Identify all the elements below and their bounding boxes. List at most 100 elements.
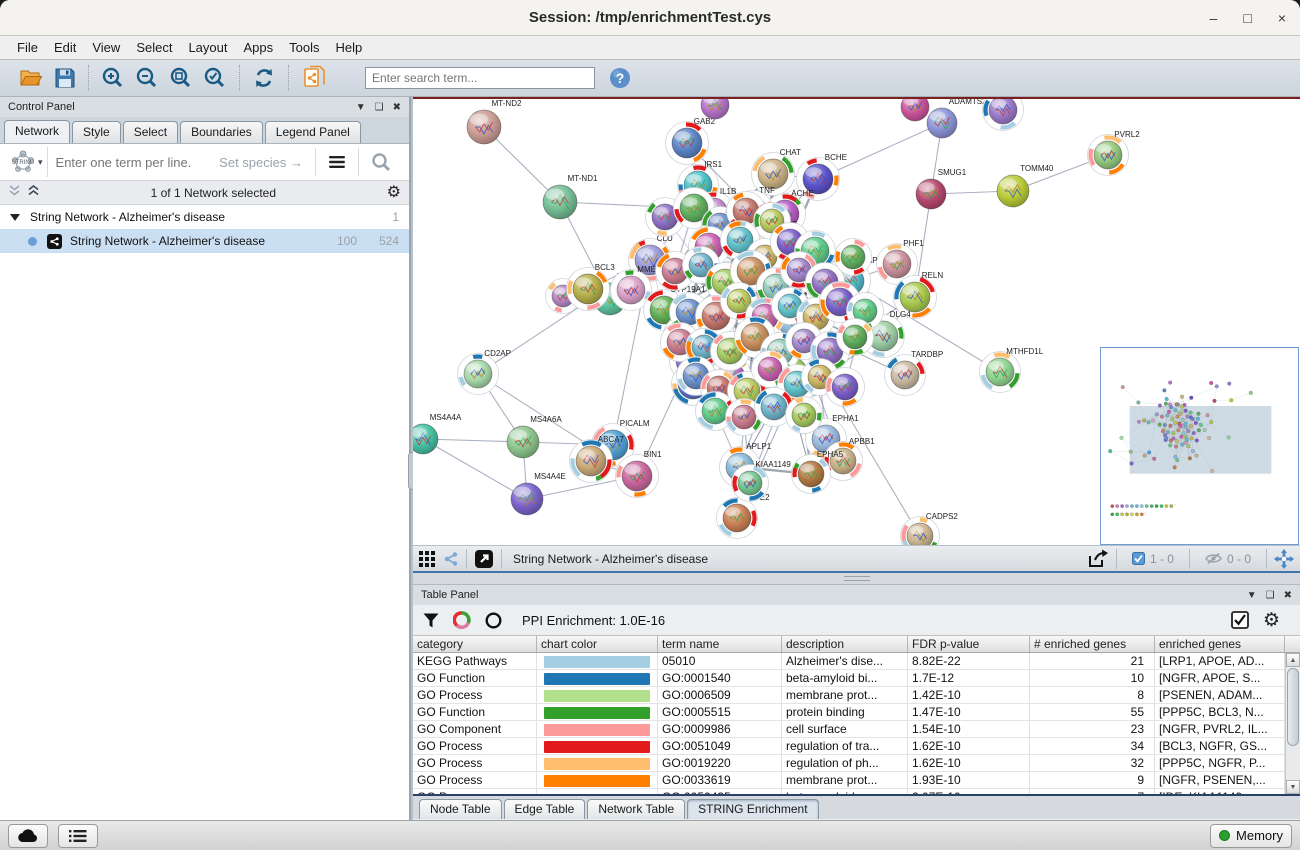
network-node[interactable] [786, 397, 823, 434]
table-settings-gear-icon[interactable]: ⚙ [1263, 611, 1280, 630]
column-header-0[interactable]: category [413, 636, 537, 652]
network-node[interactable] [983, 99, 1024, 131]
table-row[interactable]: GO ProcessGO:0019220regulation of ph...1… [413, 755, 1300, 772]
search-input[interactable] [365, 67, 595, 89]
chart-settings-icon[interactable] [453, 611, 471, 629]
splitter-grip[interactable] [844, 576, 870, 581]
network-collection-row[interactable]: String Network - Alzheimer's disease 1 [0, 205, 409, 229]
panel-float-icon[interactable]: ▼ [1247, 590, 1257, 601]
birdseye-view[interactable] [1100, 347, 1299, 545]
network-node[interactable]: TOMM40 [997, 164, 1054, 207]
network-node[interactable]: ADAMTS2 [927, 99, 987, 138]
table-row[interactable]: GO ComponentGO:0009986cell surface1.54E-… [413, 721, 1300, 738]
panel-close-icon[interactable]: ✖ [393, 102, 401, 113]
zoom-selected-icon[interactable] [203, 66, 227, 90]
network-node[interactable]: TARDBP [885, 350, 944, 396]
menu-item-apps[interactable]: Apps [237, 38, 281, 57]
table-row[interactable]: GO FunctionGO:0001540beta-amyloid bi...1… [413, 670, 1300, 687]
tree-expander-icon[interactable] [10, 214, 20, 221]
scroll-up-icon[interactable]: ▲ [1286, 653, 1300, 667]
column-header-5[interactable]: # enriched genes [1030, 636, 1155, 652]
table-row[interactable]: KEGG Pathways05010Alzheimer's dise...8.8… [413, 653, 1300, 670]
string-logo-icon[interactable]: STRING ▾ [6, 147, 48, 177]
string-options-icon[interactable] [316, 155, 358, 169]
export-network-icon[interactable] [1087, 549, 1109, 569]
menu-item-select[interactable]: Select [129, 38, 179, 57]
collapse-all-icon[interactable] [8, 184, 21, 202]
cloud-tasks-button[interactable] [8, 824, 48, 848]
network-node[interactable]: SMUG1 [916, 168, 967, 209]
string-search-icon[interactable] [359, 152, 403, 172]
panel-close-icon[interactable]: ✖ [1284, 590, 1292, 601]
network-node[interactable] [701, 99, 729, 119]
open-in-view-icon[interactable] [474, 549, 494, 569]
network-node[interactable]: MT-ND2 [467, 99, 522, 144]
tab-string-enrichment[interactable]: STRING Enrichment [687, 799, 818, 819]
network-node[interactable]: PVRL2 [1088, 130, 1141, 176]
save-session-icon[interactable] [54, 67, 76, 89]
menu-item-view[interactable]: View [85, 38, 127, 57]
expand-all-icon[interactable] [27, 184, 40, 202]
panel-dock-icon[interactable]: ❑ [375, 102, 384, 113]
table-row[interactable]: GO ProcessGO:0050435beta-amyloid m...2.0… [413, 789, 1300, 796]
column-header-1[interactable]: chart color [537, 636, 658, 652]
table-row[interactable]: GO ProcessGO:0033619membrane prot...1.93… [413, 772, 1300, 789]
network-node[interactable] [835, 239, 872, 276]
tab-network[interactable]: Network [4, 120, 70, 143]
network-from-file-icon[interactable] [301, 65, 327, 91]
help-icon[interactable]: ? [609, 67, 631, 89]
column-header-3[interactable]: description [782, 636, 908, 652]
select-all-icon[interactable] [1231, 611, 1249, 629]
birdseye-viewport[interactable] [1130, 406, 1272, 474]
menu-item-help[interactable]: Help [329, 38, 370, 57]
birdseye-graph[interactable] [1101, 348, 1298, 544]
scroll-down-icon[interactable]: ▼ [1286, 780, 1300, 794]
network-row[interactable]: String Network - Alzheimer's disease 100… [0, 229, 409, 253]
minimize-button[interactable]: – [1210, 11, 1218, 25]
grid-view-icon[interactable] [419, 551, 435, 567]
close-button[interactable]: × [1278, 11, 1286, 25]
task-history-button[interactable] [58, 824, 98, 848]
navigator-move-icon[interactable] [1274, 549, 1294, 569]
table-row[interactable]: GO FunctionGO:0005515protein binding1.47… [413, 704, 1300, 721]
table-row[interactable]: GO ProcessGO:0006509membrane prot...1.42… [413, 687, 1300, 704]
table-row[interactable]: GO ProcessGO:0051049regulation of tra...… [413, 738, 1300, 755]
table-splitter[interactable] [413, 573, 1300, 585]
column-header-6[interactable]: enriched genes [1155, 636, 1285, 652]
memory-button[interactable]: Memory [1210, 824, 1292, 848]
menu-item-file[interactable]: File [10, 38, 45, 57]
column-header-4[interactable]: FDR p-value [908, 636, 1030, 652]
set-species-label[interactable]: Set species → [219, 155, 315, 170]
network-options-gear-icon[interactable]: ⚙ [387, 185, 401, 201]
network-node[interactable]: MT-ND1 [543, 174, 598, 219]
refresh-icon[interactable] [252, 66, 276, 90]
tab-boundaries[interactable]: Boundaries [180, 121, 263, 143]
reset-chart-icon[interactable] [485, 612, 502, 629]
tab-legend-panel[interactable]: Legend Panel [265, 121, 361, 143]
tab-select[interactable]: Select [123, 121, 178, 143]
zoom-fit-icon[interactable] [169, 66, 193, 90]
tab-node-table[interactable]: Node Table [419, 799, 502, 819]
network-node[interactable] [901, 99, 929, 121]
menu-item-layout[interactable]: Layout [181, 38, 234, 57]
network-node[interactable]: MS4A4E [511, 472, 566, 515]
share-network-icon[interactable] [443, 551, 459, 567]
filter-icon[interactable] [423, 613, 439, 628]
zoom-out-icon[interactable] [135, 66, 159, 90]
table-scrollbar[interactable]: ▲ ▼ [1285, 653, 1300, 794]
network-node[interactable]: MS4A6A [507, 415, 562, 458]
network-node[interactable]: GAB2 [666, 117, 716, 165]
tab-style[interactable]: Style [72, 121, 121, 143]
network-node[interactable] [837, 319, 874, 356]
network-node[interactable] [826, 368, 865, 407]
network-node[interactable]: MTHFD1L [980, 347, 1044, 393]
maximize-button[interactable]: □ [1243, 11, 1251, 25]
panel-float-icon[interactable]: ▼ [356, 102, 366, 113]
menu-item-edit[interactable]: Edit [47, 38, 83, 57]
tab-edge-table[interactable]: Edge Table [504, 799, 586, 819]
zoom-in-icon[interactable] [101, 66, 125, 90]
tab-network-table[interactable]: Network Table [587, 799, 685, 819]
string-query-input[interactable] [48, 155, 220, 170]
panel-dock-icon[interactable]: ❑ [1266, 590, 1275, 601]
column-header-2[interactable]: term name [658, 636, 782, 652]
